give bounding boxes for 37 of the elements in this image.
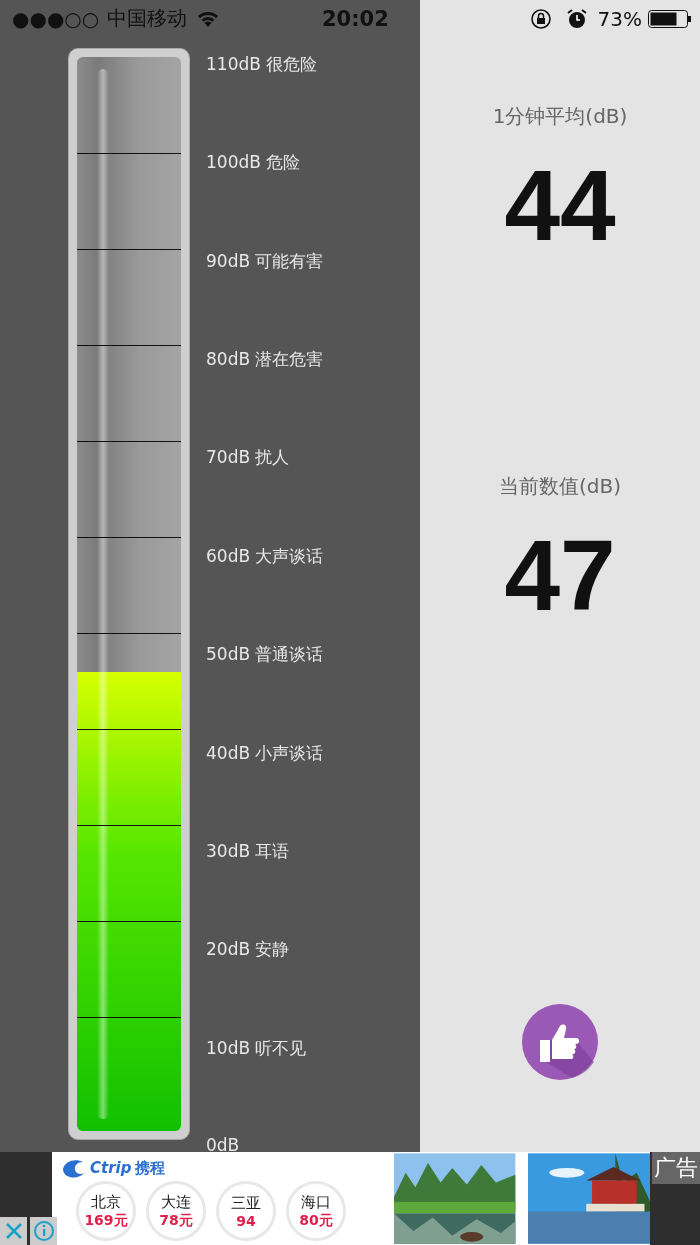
reading-label: 当前数值(dB) (499, 473, 621, 500)
scale-label: 80dB 潜在危害 (206, 348, 324, 372)
reading-label: 1分钟平均(dB) (492, 103, 628, 130)
scale-label: 10dB 听不见 (206, 1036, 308, 1060)
scale-label: 100dB 危险 (206, 151, 302, 175)
signal-strength: ●●●○○ (12, 6, 100, 31)
brand-name: 携程 (135, 1158, 166, 1178)
ad-banner[interactable]: Ctrip 携程 北京 169元 大连 78元 三亚 94 海口 80元 (52, 1152, 650, 1245)
info-button[interactable] (30, 1217, 57, 1245)
scale-label: 30dB 耳语 (206, 839, 291, 863)
scale-label: 90dB 可能有害 (206, 249, 324, 273)
carrier-name: 中国移动 (107, 5, 188, 32)
close-button[interactable] (0, 1217, 27, 1245)
scale-label: 50dB 普通谈话 (206, 643, 324, 667)
battery-icon (648, 9, 692, 28)
clock-time: 20:02 (322, 7, 389, 31)
rotation-lock-icon (529, 7, 552, 30)
scale-label: 60dB 大声谈话 (206, 544, 324, 568)
reading-value: 47 (504, 518, 616, 633)
battery-percent: 73% (597, 6, 642, 31)
info-icon (32, 1220, 55, 1242)
alarm-icon (565, 7, 588, 30)
scale-label: 40dB 小声谈话 (206, 741, 324, 765)
scale-label: 110dB 很危险 (206, 53, 319, 76)
city-price-badge: 大连 78元 (146, 1181, 206, 1241)
thumbs-up-icon[interactable] (522, 1004, 598, 1080)
close-icon (3, 1221, 24, 1241)
scale-label: 70dB 扰人 (206, 446, 291, 470)
city-price-badge: 海口 80元 (286, 1181, 346, 1241)
scale-label: 0dB (206, 1134, 241, 1155)
city-price-badge: 三亚 94 (216, 1181, 276, 1241)
city-price-badge: 北京 169元 (76, 1181, 136, 1241)
reading-value: 44 (504, 148, 616, 263)
ad-label: 广告 (652, 1152, 700, 1184)
scale-label: 20dB 安静 (206, 938, 291, 962)
wifi-icon (197, 10, 220, 27)
brand-latin: Ctrip (90, 1159, 132, 1177)
